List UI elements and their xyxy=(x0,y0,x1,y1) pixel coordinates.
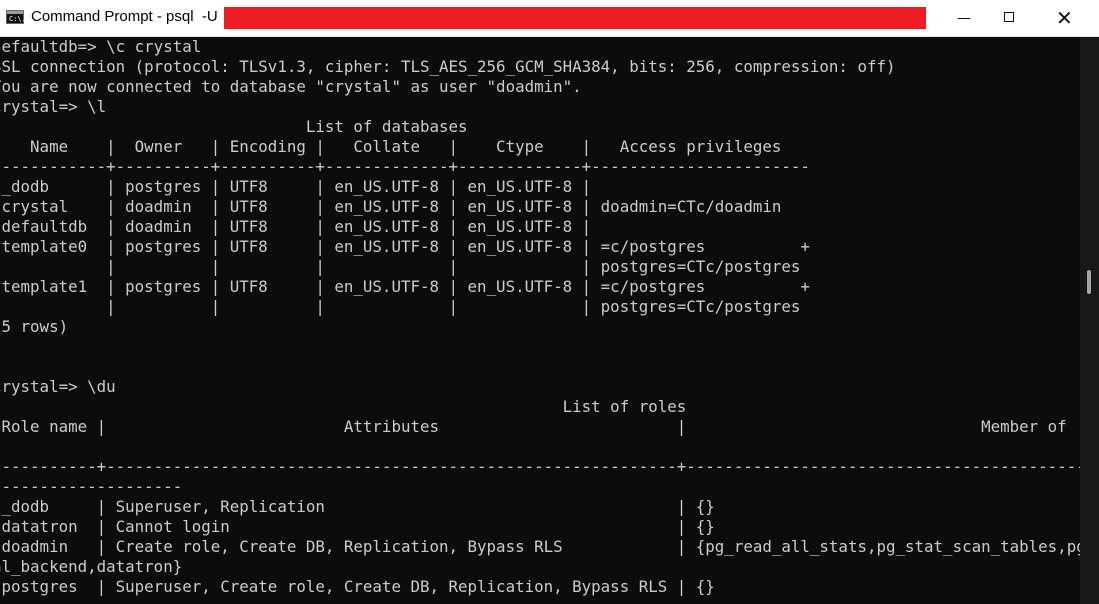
row-count: (5 rows) xyxy=(0,317,69,336)
table-header: Name | Owner | Encoding | Collate | Ctyp… xyxy=(0,137,782,156)
command-prompt-icon[interactable]: C:\. xyxy=(6,10,26,24)
terminal-line: crystal=> \l xyxy=(0,97,107,116)
close-icon: ✕ xyxy=(1056,6,1073,30)
terminal-line: crystal=> \du xyxy=(0,377,116,396)
minimize-icon xyxy=(958,18,970,19)
terminal-output[interactable]: defaultdb=> \c crystal SSL connection (p… xyxy=(0,37,1080,604)
close-button[interactable]: ✕ xyxy=(1042,0,1088,36)
table-row: datatron | Cannot login | {} xyxy=(0,517,715,536)
table-title: List of roles xyxy=(0,397,687,416)
title-bar[interactable]: C:\. Command Prompt - psql -U ✕ xyxy=(0,0,1099,37)
table-separator: ------------+----------+----------+-----… xyxy=(0,157,810,176)
terminal-line: defaultdb=> \c crystal xyxy=(0,37,202,56)
table-row: template0 | postgres | UTF8 | en_US.UTF-… xyxy=(0,237,810,256)
vertical-scrollbar[interactable] xyxy=(1080,37,1099,604)
table-row-continuation: al_backend,datatron} xyxy=(0,557,183,576)
table-row-continuation: | | | | | postgres=CTc/postgres xyxy=(0,257,801,276)
table-separator-continuation: -------------------- xyxy=(0,477,183,496)
command-prompt-icon-text: C:\. xyxy=(9,15,26,23)
table-row: defaultdb | doadmin | UTF8 | en_US.UTF-8… xyxy=(0,217,592,236)
maximize-icon xyxy=(1004,12,1014,22)
maximize-button[interactable] xyxy=(988,0,1034,36)
table-row: doadmin | Create role, Create DB, Replic… xyxy=(1,537,1081,556)
terminal-line: SSL connection (protocol: TLSv1.3, ciphe… xyxy=(0,57,896,76)
table-title: List of databases xyxy=(0,117,468,136)
table-separator: -----------+----------------------------… xyxy=(0,457,1080,476)
table-header: Role name | Attributes | Member of xyxy=(0,417,1067,436)
scrollbar-thumb[interactable] xyxy=(1087,270,1091,294)
table-row: postgres | Superuser, Create role, Creat… xyxy=(0,577,715,596)
table-row: template1 | postgres | UTF8 | en_US.UTF-… xyxy=(0,277,810,296)
command-prompt-window: C:\. Command Prompt - psql -U ✕ defaultd… xyxy=(0,0,1099,604)
table-row: crystal | doadmin | UTF8 | en_US.UTF-8 |… xyxy=(0,197,782,216)
redacted-title-text xyxy=(224,7,926,29)
table-row-continuation: | | | | | postgres=CTc/postgres xyxy=(0,297,801,316)
minimize-button[interactable] xyxy=(941,0,987,36)
terminal-line: You are now connected to database "cryst… xyxy=(0,77,582,96)
window-title: Command Prompt - psql -U xyxy=(31,8,218,25)
table-row: _dodb | Superuser, Replication | {} xyxy=(0,497,715,516)
table-row: _dodb | postgres | UTF8 | en_US.UTF-8 | … xyxy=(0,177,592,196)
